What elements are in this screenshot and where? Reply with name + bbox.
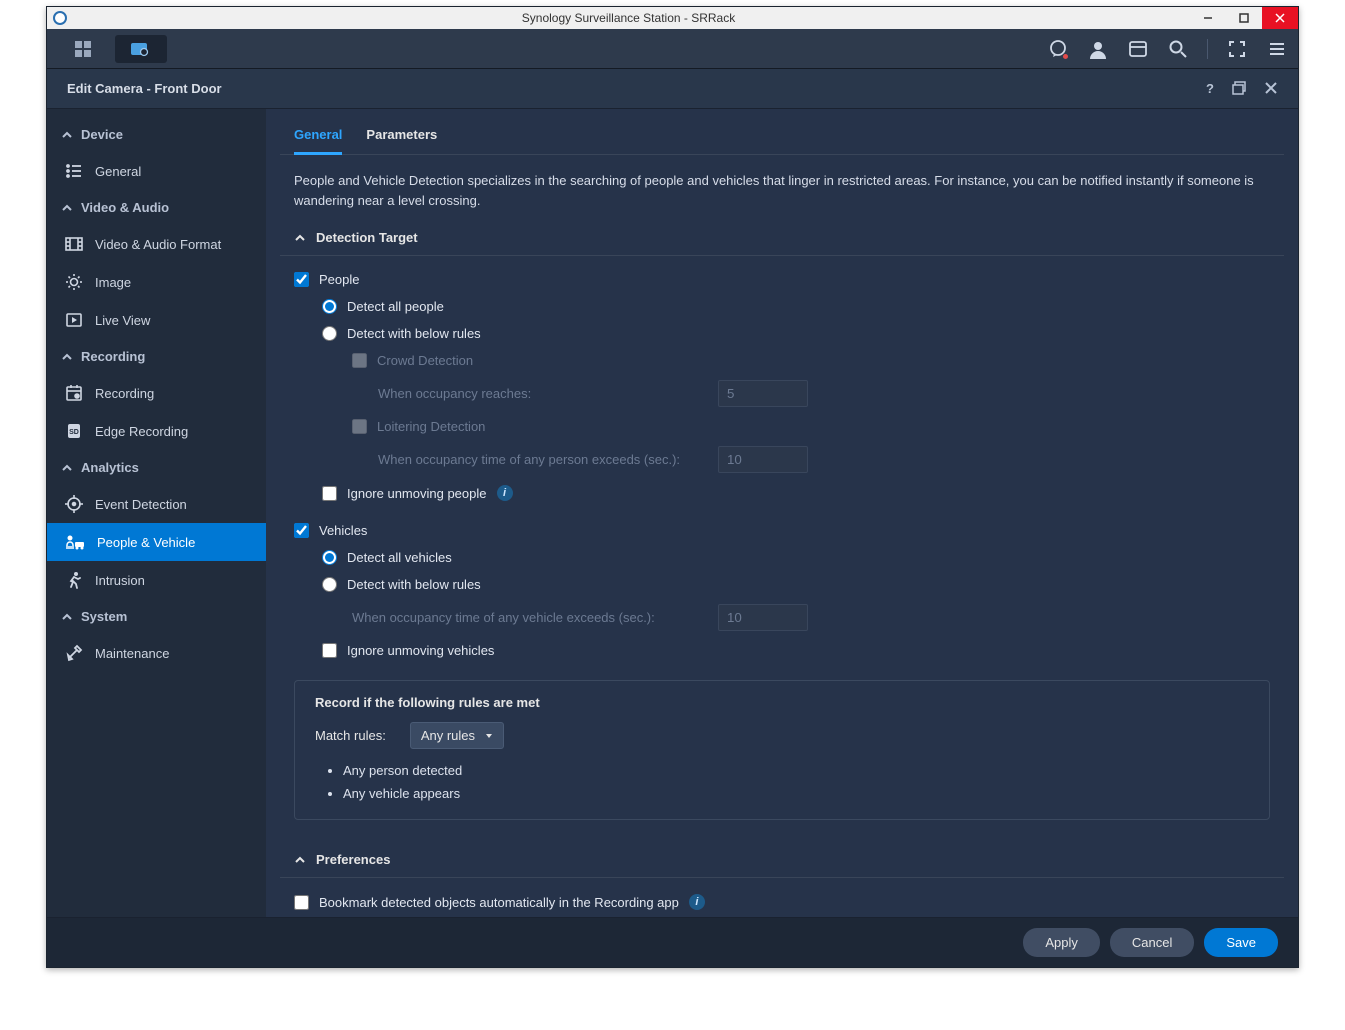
content-pane: General Parameters People and Vehicle De… <box>266 109 1298 917</box>
sd-icon: SD <box>65 422 83 440</box>
info-icon[interactable]: i <box>689 894 705 910</box>
label-detect-all-people: Detect all people <box>347 299 444 314</box>
sidebar-item-people-vehicle[interactable]: People & Vehicle <box>47 523 266 561</box>
chevron-up-icon <box>294 232 306 244</box>
os-titlebar: Synology Surveillance Station - SRRack <box>47 7 1298 29</box>
home-tab[interactable] <box>57 35 109 63</box>
input-vehicle-time <box>718 604 808 631</box>
label-detect-all-vehicles: Detect all vehicles <box>347 550 452 565</box>
rule-item: Any vehicle appears <box>343 782 1249 805</box>
checkbox-bookmark[interactable] <box>294 895 309 910</box>
sidebar-item-recording[interactable]: Recording <box>47 374 266 412</box>
tools-icon <box>65 644 83 662</box>
checkbox-people[interactable] <box>294 272 309 287</box>
sidebar-item-edge-recording[interactable]: SDEdge Recording <box>47 412 266 450</box>
caret-down-icon <box>485 732 493 740</box>
brightness-icon <box>65 273 83 291</box>
checkbox-crowd-detection <box>352 353 367 368</box>
sidebar-item-video-audio-format[interactable]: Video & Audio Format <box>47 225 266 263</box>
target-icon <box>65 495 83 513</box>
group-preferences[interactable]: Preferences <box>280 842 1284 878</box>
checkbox-vehicles[interactable] <box>294 523 309 538</box>
window-title: Synology Surveillance Station - SRRack <box>67 11 1190 25</box>
checkbox-loitering-detection <box>352 419 367 434</box>
input-person-time <box>718 446 808 473</box>
checkbox-ignore-unmoving-vehicles[interactable] <box>322 643 337 658</box>
dialog-close-icon[interactable] <box>1264 81 1278 96</box>
app-icon <box>53 11 67 25</box>
description-text: People and Vehicle Detection specializes… <box>280 155 1284 220</box>
chevron-up-icon <box>294 854 306 866</box>
dialog-header: Edit Camera - Front Door ? <box>47 69 1298 109</box>
input-occupancy <box>718 380 808 407</box>
close-button[interactable] <box>1262 7 1298 29</box>
radio-detect-all-people[interactable] <box>322 299 337 314</box>
dialog-footer: Apply Cancel Save <box>47 917 1298 967</box>
search-icon[interactable] <box>1167 38 1189 60</box>
section-recording[interactable]: Recording <box>47 339 266 374</box>
user-icon[interactable] <box>1087 38 1109 60</box>
rule-item: Any person detected <box>343 759 1249 782</box>
run-icon <box>65 571 83 589</box>
label-ignore-unmoving-people: Ignore unmoving people <box>347 486 487 501</box>
rules-title: Record if the following rules are met <box>315 695 1249 710</box>
label-occupancy-time-vehicle: When occupancy time of any vehicle excee… <box>352 610 708 625</box>
label-detect-rules-people: Detect with below rules <box>347 326 481 341</box>
fullscreen-icon[interactable] <box>1226 38 1248 60</box>
section-analytics[interactable]: Analytics <box>47 450 266 485</box>
radio-detect-rules-vehicles[interactable] <box>322 577 337 592</box>
cancel-button[interactable]: Cancel <box>1110 928 1194 957</box>
label-ignore-unmoving-vehicles: Ignore unmoving vehicles <box>347 643 494 658</box>
tab-general[interactable]: General <box>294 121 342 155</box>
section-device[interactable]: Device <box>47 117 266 152</box>
film-icon <box>65 235 83 253</box>
camera-tab[interactable] <box>115 35 167 63</box>
dialog-title: Edit Camera - Front Door <box>67 81 222 96</box>
sidebar-item-image[interactable]: Image <box>47 263 266 301</box>
restore-icon[interactable] <box>1232 81 1246 96</box>
chat-icon[interactable] <box>1047 38 1069 60</box>
label-loitering-detection: Loitering Detection <box>377 419 485 434</box>
group-detection-target[interactable]: Detection Target <box>280 220 1284 256</box>
svg-text:SD: SD <box>69 429 79 436</box>
menu-icon[interactable] <box>1266 38 1288 60</box>
app-toolbar <box>47 29 1298 69</box>
radio-detect-all-vehicles[interactable] <box>322 550 337 565</box>
play-icon <box>65 311 83 329</box>
label-occupancy-time-person: When occupancy time of any person exceed… <box>378 452 708 467</box>
toolbar-divider <box>1207 39 1208 59</box>
radio-detect-rules-people[interactable] <box>322 326 337 341</box>
label-bookmark: Bookmark detected objects automatically … <box>319 895 679 910</box>
label-match-rules: Match rules: <box>315 728 386 743</box>
sidebar-item-maintenance[interactable]: Maintenance <box>47 634 266 672</box>
maximize-button[interactable] <box>1226 7 1262 29</box>
panel-icon[interactable] <box>1127 38 1149 60</box>
label-crowd-detection: Crowd Detection <box>377 353 473 368</box>
label-detect-rules-vehicles: Detect with below rules <box>347 577 481 592</box>
sidebar-item-event-detection[interactable]: Event Detection <box>47 485 266 523</box>
dropdown-match-rules[interactable]: Any rules <box>410 722 504 749</box>
list-icon <box>65 162 83 180</box>
sidebar-item-intrusion[interactable]: Intrusion <box>47 561 266 599</box>
checkbox-ignore-unmoving-people[interactable] <box>322 486 337 501</box>
label-people: People <box>319 272 359 287</box>
notification-badge <box>1062 53 1069 60</box>
info-icon[interactable]: i <box>497 485 513 501</box>
sidebar-item-general[interactable]: General <box>47 152 266 190</box>
rules-box: Record if the following rules are met Ma… <box>294 680 1270 820</box>
tab-parameters[interactable]: Parameters <box>366 121 437 154</box>
section-video-audio[interactable]: Video & Audio <box>47 190 266 225</box>
label-vehicles: Vehicles <box>319 523 367 538</box>
people-vehicle-icon <box>65 533 85 551</box>
label-occupancy-reaches: When occupancy reaches: <box>378 386 708 401</box>
minimize-button[interactable] <box>1190 7 1226 29</box>
sidebar: Device General Video & Audio Video & Aud… <box>47 109 266 917</box>
section-system[interactable]: System <box>47 599 266 634</box>
apply-button[interactable]: Apply <box>1023 928 1100 957</box>
save-button[interactable]: Save <box>1204 928 1278 957</box>
calendar-icon <box>65 384 83 402</box>
help-icon[interactable]: ? <box>1206 81 1214 96</box>
sidebar-item-live-view[interactable]: Live View <box>47 301 266 339</box>
